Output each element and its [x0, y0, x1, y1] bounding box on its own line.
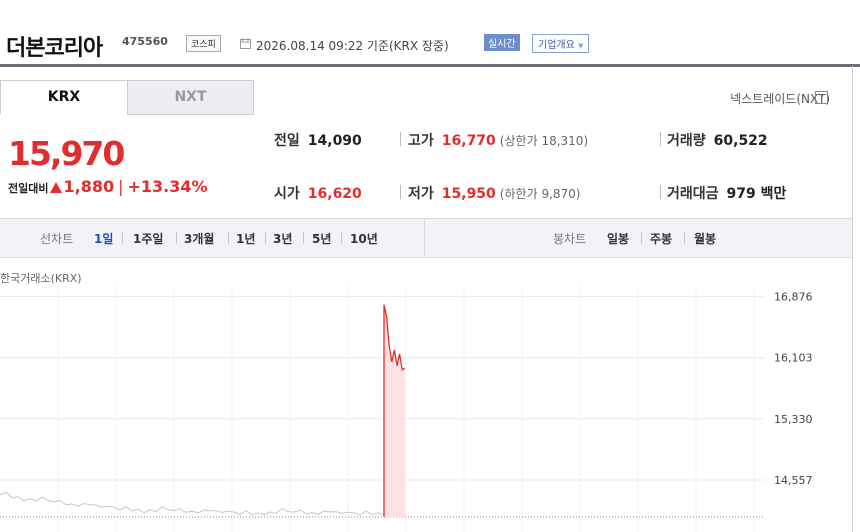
stat-value: 15,950: [441, 186, 496, 202]
stat-divider: [400, 185, 401, 199]
stat-divider: [660, 185, 661, 199]
period-divider: [641, 232, 642, 244]
triangle-up-icon: [50, 182, 63, 193]
stat-open: 시가 16,620: [274, 183, 362, 203]
candle-weekly[interactable]: 주봉: [650, 230, 672, 247]
y-tick-label: 14,557: [774, 474, 813, 487]
limit-label: 하한가: [504, 187, 538, 201]
right-border: [852, 66, 853, 532]
period-3y[interactable]: 3년: [273, 230, 292, 247]
stat-value: 16,620: [307, 186, 362, 202]
realtime-badge: 실시간: [484, 34, 520, 51]
period-bar-divider: [424, 219, 425, 257]
company-name: 더본코리아: [6, 36, 103, 61]
price-line-chart: 16,876 16,103 15,330 14,557: [0, 285, 813, 532]
period-1y[interactable]: 1년: [236, 230, 255, 247]
stat-prev-close: 전일 14,090: [274, 130, 362, 150]
period-divider: [341, 232, 342, 244]
stat-label: 저가: [408, 186, 434, 202]
chevron-down-icon: ▼: [578, 42, 584, 50]
market-badge: 코스피: [186, 35, 221, 52]
period-divider: [265, 232, 266, 244]
as-of-time: 2026.08.14 09:22 기준(KRX 장중): [256, 39, 449, 53]
stat-value: 60,522: [713, 133, 768, 149]
stat-divider: [660, 132, 661, 146]
period-1d[interactable]: 1일: [94, 230, 113, 247]
stat-trade-value: 거래대금 979 백만: [667, 183, 786, 203]
change-divider: |: [118, 177, 124, 196]
candle-daily[interactable]: 일봉: [607, 230, 629, 247]
change-label: 전일대비: [8, 182, 49, 195]
limit-value: 9,870: [541, 187, 576, 201]
stat-value: 14,090: [307, 133, 362, 149]
stock-code: 475560: [122, 35, 168, 48]
stock-header: 더본코리아 475560 코스피 2026.08.14 09:22 기준(KRX…: [0, 0, 860, 66]
header-divider: [0, 64, 860, 67]
stat-label: 거래대금: [667, 186, 719, 202]
period-divider: [684, 232, 685, 244]
y-tick-label: 16,103: [774, 352, 813, 365]
limit-value: 18,310: [541, 134, 584, 148]
period-divider: [176, 232, 177, 244]
period-divider: [303, 232, 304, 244]
period-3m[interactable]: 3개월: [184, 230, 214, 247]
exchange-tabs: KRX NXT: [0, 80, 254, 115]
stat-label: 전일: [274, 133, 300, 149]
period-5y[interactable]: 5년: [312, 230, 331, 247]
stat-label: 고가: [408, 133, 434, 149]
price-change: 전일대비 1,880 | +13.34%: [8, 177, 208, 196]
limit-label: 상한가: [504, 134, 538, 148]
help-icon[interactable]: ?: [815, 91, 828, 104]
change-amount: 1,880: [63, 177, 115, 196]
calendar-icon: [240, 38, 251, 49]
tab-nxt[interactable]: NXT: [127, 80, 254, 115]
company-overview-label: 기업개요: [538, 40, 575, 51]
stat-label: 거래량: [667, 133, 706, 149]
period-10y[interactable]: 10년: [350, 230, 378, 247]
period-divider: [122, 232, 123, 244]
current-price: 15,970: [8, 134, 125, 173]
candle-chart-label: 봉차트: [553, 232, 587, 246]
chart-source-label: 한국거래소(KRX): [0, 272, 82, 285]
candle-monthly[interactable]: 월봉: [694, 230, 716, 247]
price-area-fill: [384, 304, 405, 517]
stat-high: 고가 16,770 (상한가 18,310): [408, 133, 589, 149]
y-tick-label: 15,330: [774, 413, 813, 426]
company-overview-button[interactable]: 기업개요 ▼: [532, 34, 590, 53]
chart-period-bar: 선차트 1일 1주일 3개월 1년 3년 5년 10년 봉차트 일봉 주봉 월봉: [0, 218, 852, 258]
change-percent: +13.34%: [127, 177, 208, 196]
stat-label: 시가: [274, 186, 300, 202]
line-chart-label: 선차트: [40, 232, 74, 246]
stat-value: 16,770: [441, 133, 496, 149]
stat-divider: [400, 132, 401, 146]
stat-volume: 거래량 60,522: [667, 130, 768, 150]
tab-krx[interactable]: KRX: [0, 80, 128, 114]
stat-value: 979 백만: [726, 186, 787, 202]
y-tick-label: 16,876: [774, 290, 813, 303]
period-1w[interactable]: 1주일: [133, 230, 163, 247]
period-divider: [228, 232, 229, 244]
stat-low: 저가 15,950 (하한가 9,870): [408, 186, 581, 202]
